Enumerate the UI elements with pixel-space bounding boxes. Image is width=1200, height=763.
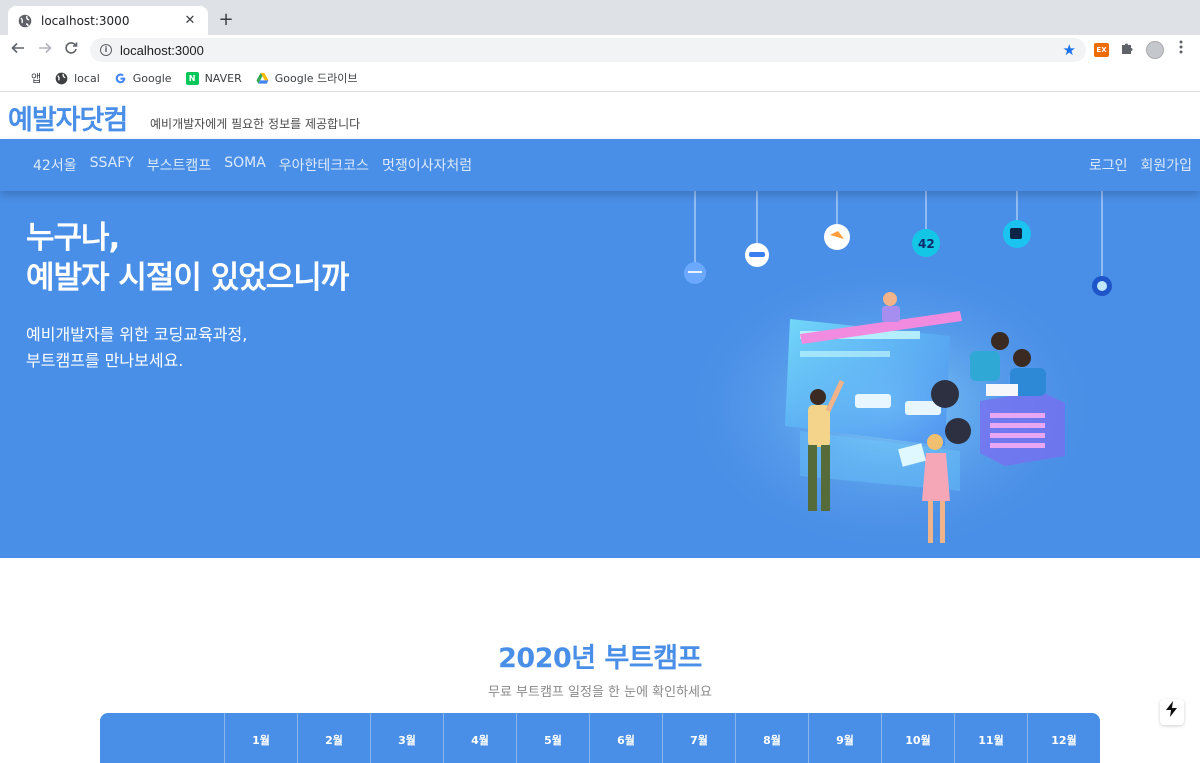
reload-icon[interactable] — [60, 39, 82, 61]
apps-grid-icon — [12, 72, 25, 85]
extensions-puzzle-icon[interactable] — [1120, 41, 1134, 59]
bookmarks-bar: 앱 local Google N NAVER Google 드라이브 — [0, 65, 1200, 92]
month-header: 5월 — [516, 713, 589, 763]
site-header: 예발자닷컴 예비개발자에게 필요한 정보를 제공합니다 — [0, 93, 1200, 139]
browser-tab[interactable]: localhost:3000 ✕ — [8, 6, 208, 35]
globe-icon — [55, 72, 68, 84]
nav-item-ssafy[interactable]: SSAFY — [90, 155, 134, 175]
month-header: 8월 — [735, 713, 808, 763]
drive-icon — [256, 72, 269, 84]
bookmark-label: Google — [132, 71, 172, 85]
site-tagline: 예비개발자에게 필요한 정보를 제공합니다 — [150, 117, 361, 131]
hero-illustration: 42 — [680, 191, 1112, 556]
bookmark-naver[interactable]: N NAVER — [185, 71, 242, 85]
bookmark-local[interactable]: local — [55, 72, 100, 85]
hero-subtitle-line-2: 부트캠프를 만나보세요. — [26, 351, 184, 370]
nav-item-boostcamp[interactable]: 부스트캠프 — [147, 155, 211, 175]
browser-tab-strip: localhost:3000 ✕ + — [0, 0, 1200, 35]
close-tab-icon[interactable]: ✕ — [182, 13, 198, 28]
month-header: 2월 — [297, 713, 370, 763]
table-header-empty — [100, 713, 224, 763]
auth-links: 로그인 회원가입 — [1076, 155, 1192, 175]
hero-title-line-2: 예발자 시절이 있었으니까 — [26, 260, 349, 296]
profile-avatar[interactable] — [1146, 41, 1164, 59]
hero-subtitle: 예비개발자를 위한 코딩교육과정, 부트캠프를 만나보세요. — [26, 322, 247, 374]
bookmark-google[interactable]: Google — [114, 72, 172, 85]
month-header: 4월 — [443, 713, 516, 763]
google-icon — [115, 73, 126, 83]
month-header: 9월 — [808, 713, 881, 763]
month-header: 6월 — [589, 713, 662, 763]
back-arrow-icon[interactable] — [7, 39, 29, 61]
bookmark-apps[interactable]: 앱 — [12, 70, 41, 86]
tab-title: localhost:3000 — [41, 13, 130, 28]
schedule-table-header: 1월 2월 3월 4월 5월 6월 7월 8월 9월 10월 11월 12월 — [100, 713, 1100, 763]
hero-title-line-1: 누구나, — [26, 220, 120, 256]
bookmark-label: 앱 — [31, 72, 42, 85]
section-title: 2020년 부트캠프 — [498, 643, 702, 674]
url-input[interactable] — [120, 42, 1063, 58]
site-logo[interactable]: 예발자닷컴 — [8, 98, 128, 137]
nav-item-woowa-techcourse[interactable]: 우아한테크코스 — [279, 155, 369, 175]
browser-toolbar: i ★ EX — [0, 35, 1200, 65]
month-header: 7월 — [662, 713, 735, 763]
signup-link[interactable]: 회원가입 — [1140, 155, 1192, 175]
badge-42-text: 42 — [918, 237, 935, 251]
bookmark-label: Google 드라이브 — [274, 72, 358, 85]
bookmark-label: local — [74, 71, 100, 85]
bookmark-label: NAVER — [204, 71, 242, 85]
nav-item-soma[interactable]: SOMA — [224, 155, 266, 175]
bookmark-star-icon[interactable]: ★ — [1063, 41, 1076, 59]
month-header: 12월 — [1027, 713, 1100, 763]
globe-icon — [18, 14, 32, 27]
address-bar[interactable]: i ★ — [90, 38, 1086, 62]
login-link[interactable]: 로그인 — [1089, 155, 1128, 175]
hero-banner: 누구나, 예발자 시절이 있었으니까 예비개발자를 위한 코딩교육과정, 부트캠… — [0, 191, 1200, 558]
hero-subtitle-line-1: 예비개발자를 위한 코딩교육과정, — [26, 325, 248, 344]
site-info-icon[interactable]: i — [100, 44, 112, 56]
forward-arrow-icon[interactable] — [34, 39, 56, 61]
nav-item-likelion[interactable]: 멋쟁이사자처럼 — [382, 155, 472, 175]
section-subtitle: 무료 부트캠프 일정을 한 눈에 확인하세요 — [488, 685, 712, 700]
new-tab-button[interactable]: + — [216, 8, 236, 32]
extension-ex-icon[interactable]: EX — [1094, 43, 1109, 57]
month-header: 1월 — [224, 713, 297, 763]
nav-item-42seoul[interactable]: 42서울 — [33, 155, 77, 175]
nav-menu: 42서울 SSAFY 부스트캠프 SOMA 우아한테크코스 멋쟁이사자처럼 — [33, 155, 485, 175]
browser-menu-icon[interactable] — [1174, 40, 1188, 58]
lightning-bolt-icon[interactable] — [1160, 699, 1184, 725]
naver-icon: N — [185, 71, 199, 85]
month-header: 3월 — [370, 713, 443, 763]
month-header: 11월 — [954, 713, 1027, 763]
hero-title: 누구나, 예발자 시절이 있었으니까 — [26, 218, 349, 298]
site-nav: 42서울 SSAFY 부스트캠프 SOMA 우아한테크코스 멋쟁이사자처럼 로그… — [0, 139, 1200, 191]
month-header: 10월 — [881, 713, 954, 763]
bookmark-drive[interactable]: Google 드라이브 — [256, 70, 358, 86]
